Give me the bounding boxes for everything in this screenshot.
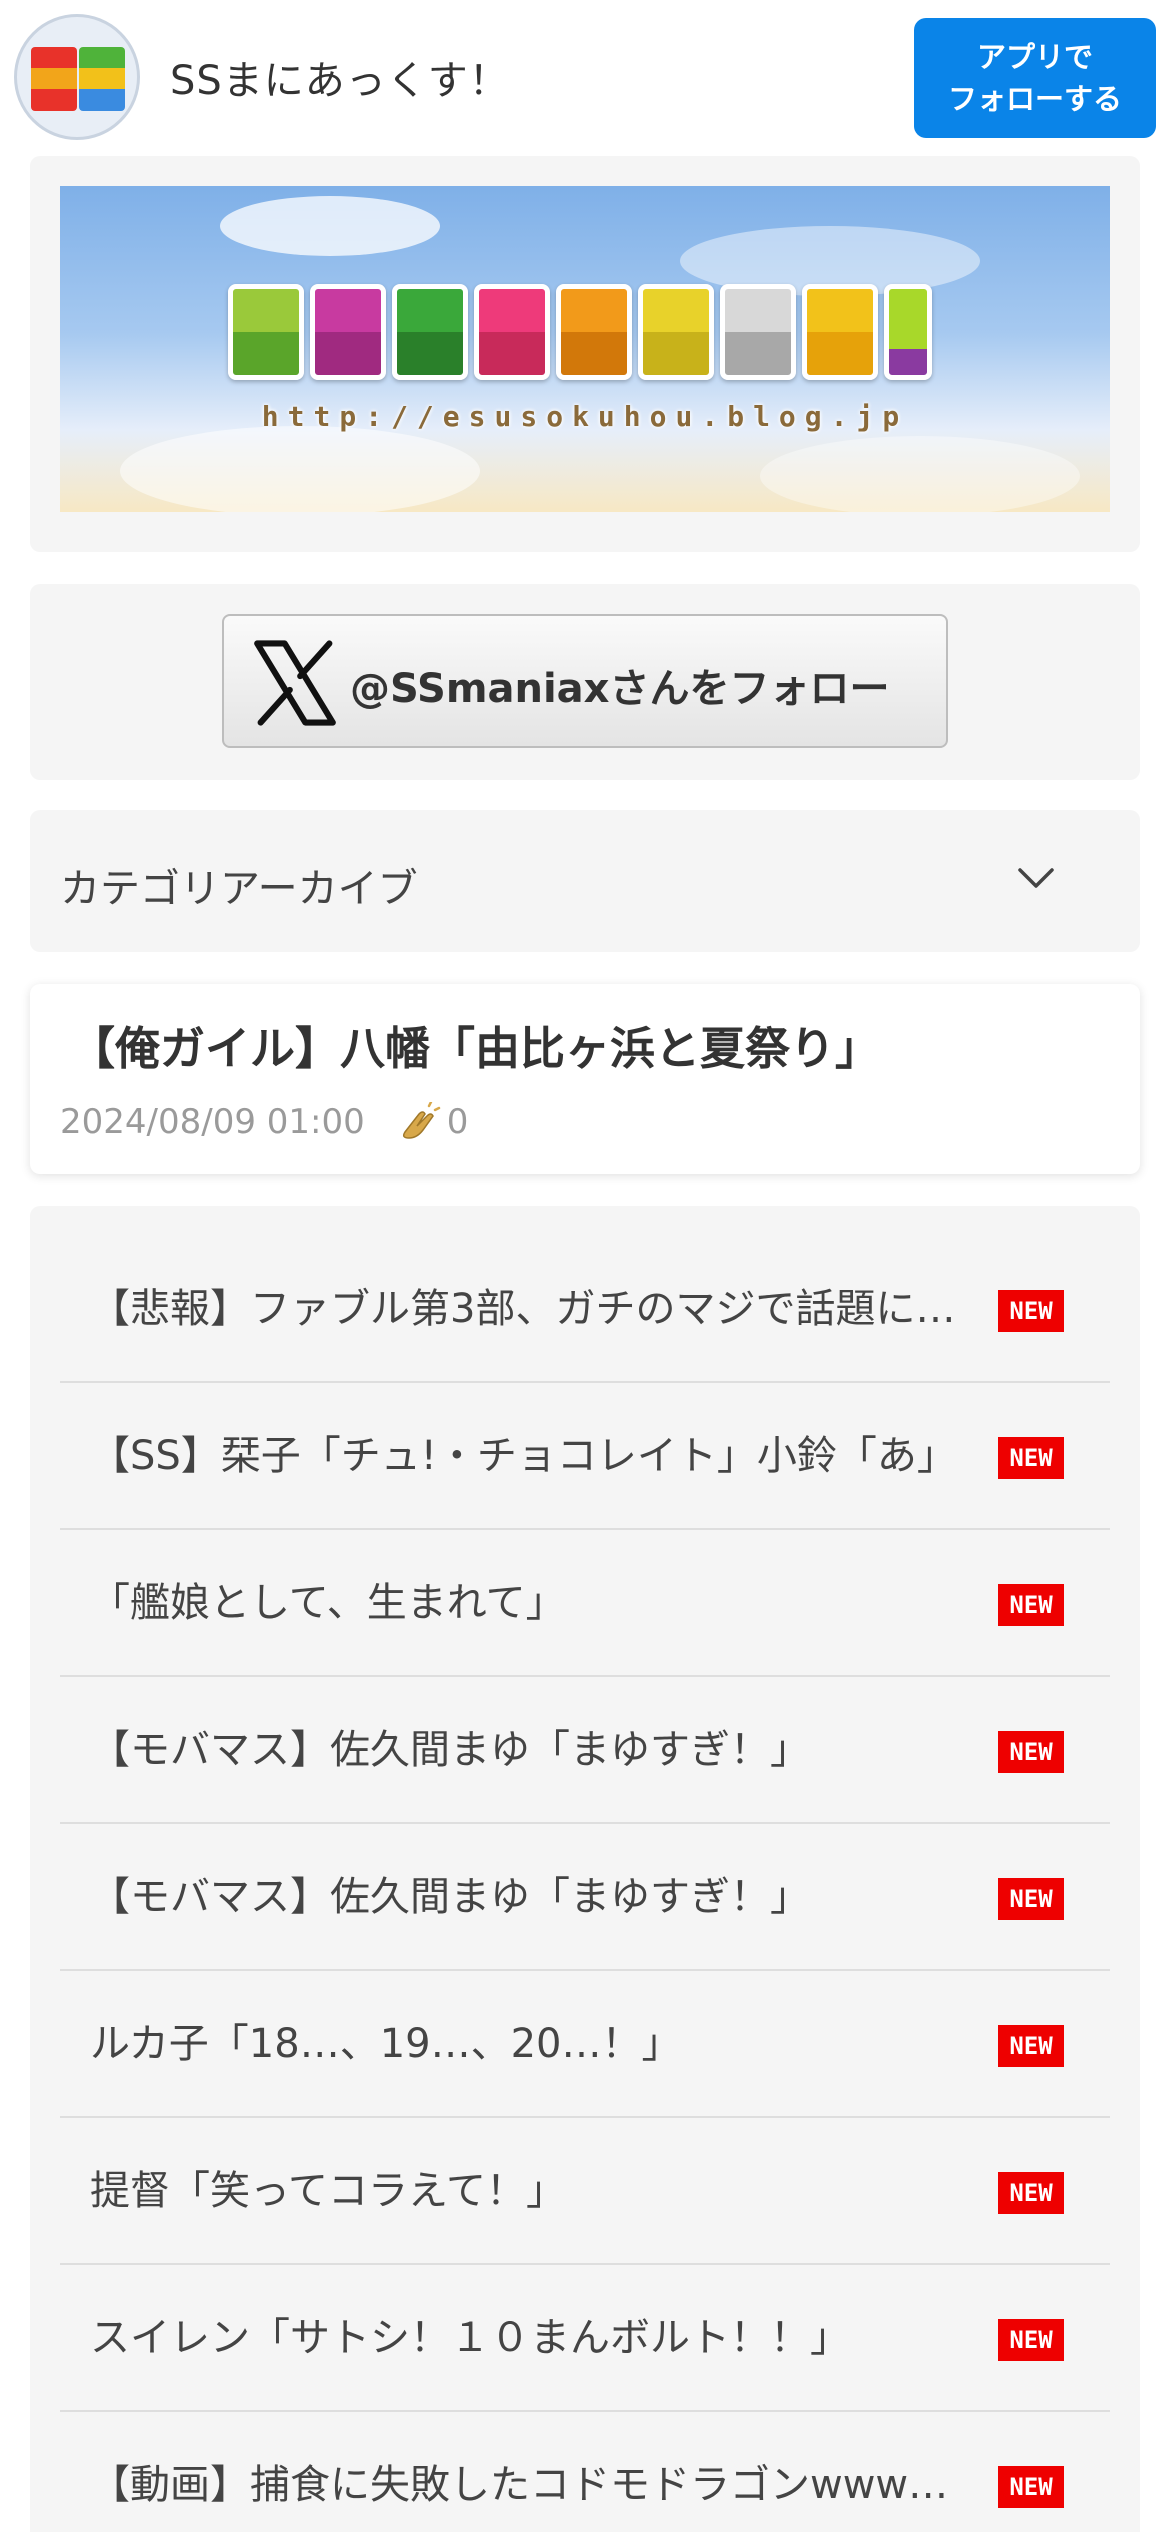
new-badge: NEW bbox=[998, 2466, 1064, 2508]
x-logo-icon bbox=[254, 640, 336, 726]
follow-in-app-line2: フォローする bbox=[947, 82, 1122, 116]
logo-block bbox=[310, 284, 386, 380]
chevron-down-icon bbox=[1018, 868, 1054, 888]
list-item-title: 【SS】栞子「チュ!・チョコレイト」小鈴「あ」 bbox=[90, 1433, 957, 1479]
site-banner[interactable]: http://esusokuhou.blog.jp bbox=[60, 186, 1110, 512]
clap-icon[interactable] bbox=[397, 1102, 441, 1142]
follow-in-app-line1: アプリで bbox=[976, 40, 1093, 74]
banner-cloud bbox=[760, 436, 1080, 512]
list-item-title: スイレン「サトシ！１０まんボルト！！」 bbox=[90, 2315, 850, 2361]
list-item[interactable]: 提督「笑ってコラえて！」 NEW bbox=[60, 2118, 1110, 2265]
logo-block bbox=[884, 284, 932, 380]
list-item-title: 【モバマス】佐久間まゆ「まゆすぎ！」 bbox=[90, 1727, 810, 1773]
banner-logo bbox=[228, 284, 932, 380]
article-meta: 2024/08/09 01:00 0 bbox=[60, 1102, 468, 1142]
list-item-title: 提督「笑ってコラえて！」 bbox=[90, 2168, 566, 2214]
follow-in-app-button[interactable]: アプリで フォローする bbox=[914, 18, 1156, 138]
new-badge: NEW bbox=[998, 2172, 1064, 2214]
banner-card: http://esusokuhou.blog.jp bbox=[30, 156, 1140, 552]
list-item[interactable]: 【動画】捕食に失敗したコドモドラゴンwwwwww NEW bbox=[60, 2412, 1110, 2532]
app-header: SSまにあっくす！ アプリで フォローする bbox=[0, 0, 1170, 148]
follow-card: @SSmaniaxさんをフォロー bbox=[30, 584, 1140, 780]
clap-count: 0 bbox=[446, 1102, 469, 1142]
article-date: 2024/08/09 01:00 bbox=[60, 1102, 365, 1142]
list-item[interactable]: スイレン「サトシ！１０まんボルト！！」 NEW bbox=[60, 2265, 1110, 2412]
new-badge: NEW bbox=[998, 1731, 1064, 1773]
list-item[interactable]: 【モバマス】佐久間まゆ「まゆすぎ！」 NEW bbox=[60, 1677, 1110, 1824]
banner-cloud bbox=[120, 426, 480, 512]
related-articles-list: 【悲報】ファブル第3部、ガチのマジで話題になってしまう NEW 【SS】栞子「チ… bbox=[30, 1206, 1140, 2532]
x-follow-button[interactable]: @SSmaniaxさんをフォロー bbox=[222, 614, 948, 748]
avatar-logo-right bbox=[79, 47, 125, 111]
new-badge: NEW bbox=[998, 1290, 1064, 1332]
logo-block bbox=[474, 284, 550, 380]
list-item-title: 【モバマス】佐久間まゆ「まゆすぎ！」 bbox=[90, 1874, 810, 1920]
list-item[interactable]: 「艦娘として、生まれて」 NEW bbox=[60, 1530, 1110, 1677]
list-item[interactable]: 【モバマス】佐久間まゆ「まゆすぎ！」 NEW bbox=[60, 1824, 1110, 1971]
list-item-title: ルカ子「18…、19…、20…！」 bbox=[90, 2021, 682, 2067]
new-badge: NEW bbox=[998, 1584, 1064, 1626]
new-badge: NEW bbox=[998, 1437, 1064, 1479]
list-item[interactable]: ルカ子「18…、19…、20…！」 NEW bbox=[60, 1971, 1110, 2118]
logo-block bbox=[556, 284, 632, 380]
new-badge: NEW bbox=[998, 1878, 1064, 1920]
list-item[interactable]: 【悲報】ファブル第3部、ガチのマジで話題になってしまう NEW bbox=[60, 1236, 1110, 1383]
banner-url-text: http://esusokuhou.blog.jp bbox=[261, 400, 909, 433]
logo-block bbox=[228, 284, 304, 380]
banner-cloud bbox=[220, 196, 440, 256]
category-archive-label: カテゴリアーカイブ bbox=[60, 866, 418, 912]
list-item-title: 【悲報】ファブル第3部、ガチのマジで話題になってしまう bbox=[90, 1286, 970, 1332]
site-avatar[interactable] bbox=[14, 14, 140, 140]
x-follow-label: @SSmaniaxさんをフォロー bbox=[350, 666, 890, 712]
avatar-logo-left bbox=[31, 47, 77, 111]
logo-block bbox=[638, 284, 714, 380]
article-title: 【俺ガイル】八幡「由比ヶ浜と夏祭り」 bbox=[70, 1022, 881, 1075]
new-badge: NEW bbox=[998, 2025, 1064, 2067]
article-header: 【俺ガイル】八幡「由比ヶ浜と夏祭り」 2024/08/09 01:00 0 bbox=[30, 984, 1140, 1174]
list-item-title: 【動画】捕食に失敗したコドモドラゴンwwwwww bbox=[90, 2462, 970, 2508]
site-name[interactable]: SSまにあっくす！ bbox=[170, 48, 510, 106]
logo-block bbox=[392, 284, 468, 380]
new-badge: NEW bbox=[998, 2319, 1064, 2361]
list-item[interactable]: 【SS】栞子「チュ!・チョコレイト」小鈴「あ」 NEW bbox=[60, 1383, 1110, 1530]
list-item-title: 「艦娘として、生まれて」 bbox=[90, 1580, 566, 1626]
logo-block bbox=[802, 284, 878, 380]
category-archive-dropdown[interactable]: カテゴリアーカイブ bbox=[30, 810, 1140, 952]
logo-block bbox=[720, 284, 796, 380]
